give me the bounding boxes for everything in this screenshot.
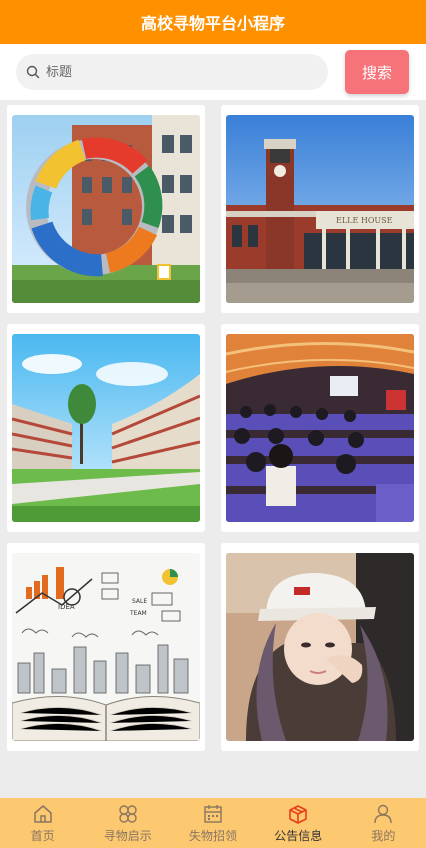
tab-announcements-label: 公告信息 bbox=[274, 828, 323, 843]
open-book-sketch-image[interactable]: IDEA SALE TEAM bbox=[12, 553, 200, 741]
user-icon bbox=[374, 804, 393, 823]
home-icon bbox=[33, 804, 52, 823]
search-box[interactable] bbox=[16, 54, 328, 90]
box-icon bbox=[289, 804, 308, 824]
search-icon bbox=[26, 65, 40, 79]
tab-lost-notices-label: 寻物启示 bbox=[103, 828, 152, 843]
item-card[interactable] bbox=[221, 324, 419, 532]
item-card[interactable] bbox=[7, 324, 205, 532]
svg-text:SALE: SALE bbox=[132, 598, 147, 605]
tab-profile-label: 我的 bbox=[371, 828, 396, 843]
tab-profile[interactable]: 我的 bbox=[341, 798, 426, 848]
item-card[interactable]: ELLE HOUSE bbox=[221, 105, 419, 313]
item-card[interactable]: IDEA SALE TEAM bbox=[7, 543, 205, 751]
search-button[interactable]: 搜索 bbox=[345, 50, 409, 94]
lecture-hall-audience-image[interactable] bbox=[226, 334, 414, 522]
clock-tower-building-image[interactable]: ELLE HOUSE bbox=[226, 115, 414, 303]
item-card[interactable] bbox=[7, 105, 205, 313]
page-title: 高校寻物平台小程序 bbox=[140, 14, 285, 33]
girl-with-cap-photo[interactable] bbox=[226, 553, 414, 741]
tab-found-items-label: 失物招领 bbox=[189, 828, 238, 843]
tab-found-items[interactable]: 失物招领 bbox=[170, 798, 255, 848]
bottom-tabbar: 首页 寻物启示 失物招领 公告信息 我的 bbox=[0, 798, 426, 848]
tab-home[interactable]: 首页 bbox=[0, 798, 85, 848]
tab-lost-notices[interactable]: 寻物启示 bbox=[85, 798, 170, 848]
grid-icon bbox=[119, 804, 137, 823]
tab-home-label: 首页 bbox=[30, 828, 55, 843]
svg-text:TEAM: TEAM bbox=[129, 610, 147, 617]
calendar-icon bbox=[204, 804, 222, 823]
search-bar: 搜索 bbox=[0, 44, 426, 100]
item-card[interactable] bbox=[221, 543, 419, 751]
tab-announcements[interactable]: 公告信息 bbox=[256, 798, 341, 848]
campus-sculpture-image[interactable] bbox=[12, 115, 200, 303]
svg-text:ELLE HOUSE: ELLE HOUSE bbox=[336, 216, 393, 225]
svg-text:IDEA: IDEA bbox=[58, 603, 75, 611]
search-input[interactable] bbox=[46, 64, 306, 80]
curved-building-courtyard-image[interactable] bbox=[12, 334, 200, 522]
app-header: 高校寻物平台小程序 bbox=[0, 0, 426, 44]
